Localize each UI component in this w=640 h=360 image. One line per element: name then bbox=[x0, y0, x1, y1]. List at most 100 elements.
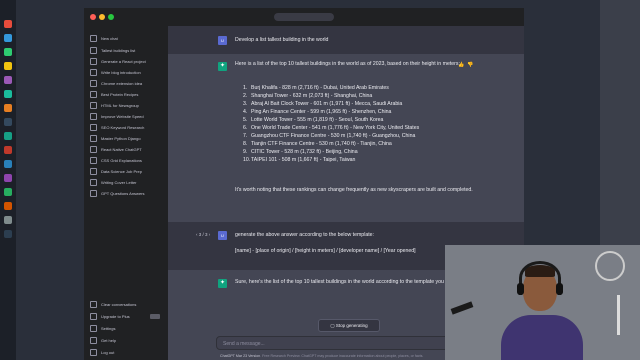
app-icon[interactable] bbox=[4, 202, 12, 210]
presenter-body bbox=[501, 315, 583, 360]
sidebar-item[interactable]: Best Protein Recipes bbox=[90, 90, 162, 100]
openai-logo-icon: ✦ bbox=[218, 62, 227, 71]
response-nav-counter[interactable]: ‹ 3 / 3 › bbox=[196, 232, 210, 237]
app-icon[interactable] bbox=[4, 118, 12, 126]
maximize-window-button[interactable] bbox=[108, 14, 114, 20]
sidebar: New chat Tallest buildings list Generate a… bbox=[84, 26, 168, 360]
sidebar-item-label: Generate a React project bbox=[101, 59, 146, 64]
desktop-background bbox=[600, 0, 640, 250]
app-icon[interactable] bbox=[4, 132, 12, 140]
sidebar-item[interactable]: Improve Website Speed bbox=[90, 112, 162, 122]
assistant-outro-text: It's worth noting that these rankings ca… bbox=[235, 187, 473, 193]
sidebar-item-label: Upgrade to Plus bbox=[101, 314, 130, 319]
sidebar-item[interactable]: Writing Cover Letter bbox=[90, 178, 162, 188]
address-bar[interactable] bbox=[274, 13, 334, 21]
app-icon[interactable] bbox=[4, 216, 12, 224]
sidebar-item-label: GPT Questions Answers bbox=[101, 191, 145, 196]
close-window-button[interactable] bbox=[90, 14, 96, 20]
app-icon[interactable] bbox=[4, 160, 12, 168]
help-icon bbox=[90, 337, 97, 345]
sidebar-item[interactable]: Log out bbox=[90, 348, 162, 358]
chat-icon bbox=[90, 135, 97, 143]
headphone-ear-left bbox=[517, 283, 524, 295]
app-icon[interactable] bbox=[4, 34, 12, 42]
buildings-list: 1. Burj Khalifa - 828 m (2,716 ft) - Duba… bbox=[235, 84, 495, 164]
trash-icon bbox=[90, 301, 97, 309]
sidebar-item[interactable]: HTML for Newsgroup bbox=[90, 101, 162, 111]
list-item: 3. Abraj Al Bait Clock Tower - 601 m (1,9… bbox=[243, 101, 403, 107]
list-item: 8. Tianjin CTF Finance Centre - 530 m (1,… bbox=[243, 141, 392, 147]
app-icon[interactable] bbox=[4, 146, 12, 154]
user-message-text: generate the above answer according to t… bbox=[235, 232, 374, 238]
sidebar-item[interactable]: React Native ChatGPT bbox=[90, 145, 162, 155]
sidebar-item-label: Writing Cover Letter bbox=[101, 180, 137, 185]
user-message-text: Develop a list tallest building in the w… bbox=[235, 37, 329, 43]
chat-icon bbox=[90, 91, 97, 99]
list-item: 4. Ping An Finance Center - 599 m (1,965 … bbox=[243, 109, 392, 115]
title-bar bbox=[84, 8, 524, 26]
app-icon[interactable] bbox=[4, 76, 12, 84]
sidebar-item-label: Data Science Job Prep bbox=[101, 169, 142, 174]
app-icon[interactable] bbox=[4, 230, 12, 238]
stop-generating-button[interactable]: ▢ Stop generating bbox=[318, 319, 380, 332]
user-message-row: U Develop a list tallest building in the… bbox=[168, 26, 524, 54]
minimize-window-button[interactable] bbox=[99, 14, 105, 20]
chat-icon bbox=[90, 168, 97, 176]
logout-icon bbox=[90, 349, 97, 357]
sidebar-item-label: Chrome extension idea bbox=[101, 81, 143, 86]
sidebar-item[interactable]: Generate a React project bbox=[90, 57, 162, 67]
chat-icon bbox=[90, 179, 97, 187]
sidebar-item-label: Write blog introduction bbox=[101, 70, 141, 75]
list-item: 1. Burj Khalifa - 828 m (2,716 ft) - Duba… bbox=[243, 85, 389, 91]
chat-icon bbox=[90, 113, 97, 121]
sidebar-item-label: Settings bbox=[101, 326, 116, 331]
app-icon[interactable] bbox=[4, 104, 12, 112]
sidebar-item[interactable]: CSS Grid Explanations bbox=[90, 156, 162, 166]
app-icon[interactable] bbox=[4, 62, 12, 70]
headphone-ear-right bbox=[556, 283, 563, 295]
list-item: 6. One World Trade Center - 541 m (1,776 … bbox=[243, 125, 420, 131]
chat-icon bbox=[90, 47, 97, 55]
message-input[interactable]: Send a message... bbox=[216, 336, 476, 350]
sidebar-item-label: Master Python Django bbox=[101, 136, 141, 141]
sidebar-item[interactable]: Clear conversations bbox=[90, 300, 162, 310]
app-icon[interactable] bbox=[4, 174, 12, 182]
user-avatar: U bbox=[218, 36, 227, 45]
sidebar-item[interactable]: Data Science Job Prep bbox=[90, 167, 162, 177]
dock bbox=[0, 0, 16, 360]
sidebar-item[interactable]: Get help bbox=[90, 336, 162, 346]
webcam-overlay bbox=[445, 245, 640, 360]
sidebar-item[interactable]: Tallest buildings list bbox=[90, 46, 162, 56]
app-icon[interactable] bbox=[4, 20, 12, 28]
sidebar-item[interactable]: Upgrade to Plus bbox=[90, 312, 162, 322]
list-item: 7. Guangzhou CTF Finance Centre - 530 m (… bbox=[243, 133, 416, 139]
gear-icon bbox=[90, 325, 97, 333]
sidebar-item-label: Improve Website Speed bbox=[101, 114, 144, 119]
chat-icon bbox=[90, 157, 97, 165]
sidebar-item-label: Clear conversations bbox=[101, 302, 137, 307]
chat-icon bbox=[90, 146, 97, 154]
user-avatar: U bbox=[218, 231, 227, 240]
sidebar-item[interactable]: Master Python Django bbox=[90, 134, 162, 144]
headphones bbox=[519, 261, 561, 295]
sidebar-item[interactable]: Chrome extension idea bbox=[90, 79, 162, 89]
chat-icon bbox=[90, 102, 97, 110]
sidebar-item-label: CSS Grid Explanations bbox=[101, 158, 142, 163]
sidebar-item[interactable]: Write blog introduction bbox=[90, 68, 162, 78]
sidebar-item[interactable]: New chat bbox=[90, 34, 162, 44]
version-link[interactable]: ChatGPT Mar 23 Version bbox=[220, 354, 260, 358]
app-icon[interactable] bbox=[4, 48, 12, 56]
sidebar-item-label: New chat bbox=[101, 36, 118, 41]
sidebar-item[interactable]: Settings bbox=[90, 324, 162, 334]
sidebar-item[interactable]: GPT Questions Answers bbox=[90, 189, 162, 199]
sidebar-item-label: React Native ChatGPT bbox=[101, 147, 142, 152]
chat-icon bbox=[90, 58, 97, 66]
sidebar-item-label: Best Protein Recipes bbox=[101, 92, 139, 97]
sidebar-item-label: Get help bbox=[101, 338, 117, 343]
sidebar-item[interactable]: SEO Keyword Research bbox=[90, 123, 162, 133]
app-icon[interactable] bbox=[4, 188, 12, 196]
chat-icon bbox=[90, 69, 97, 77]
app-icon[interactable] bbox=[4, 90, 12, 98]
sidebar-item-label: Tallest buildings list bbox=[101, 48, 136, 53]
list-item: 9. CITIC Tower - 528 m (1,732 ft) - Beiji… bbox=[243, 149, 358, 155]
